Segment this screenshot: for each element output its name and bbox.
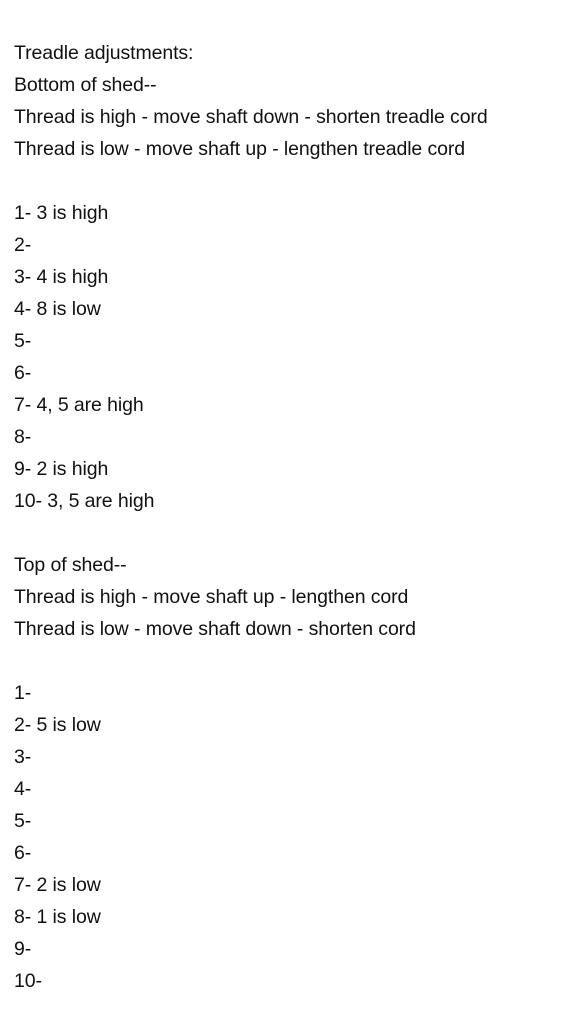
list-item: 5- — [14, 330, 32, 352]
bottom-rule-low: Thread is low - move shaft up - lengthen… — [14, 138, 466, 160]
note-title: Treadle adjustments: — [14, 42, 194, 64]
list-item: 4- 8 is low — [14, 298, 101, 320]
bottom-rule-high: Thread is high - move shaft down - short… — [14, 106, 488, 128]
list-item: 8- — [14, 426, 32, 448]
list-item: 7- 2 is low — [14, 874, 101, 896]
list-item: 10- — [14, 970, 42, 992]
top-rule-low: Thread is low - move shaft down - shorte… — [14, 618, 416, 640]
top-heading: Top of shed-- — [14, 554, 127, 576]
list-item: 9- — [14, 938, 32, 960]
bottom-of-shed-section: Bottom of shed-- Thread is high - move s… — [14, 69, 576, 517]
top-rule-high: Thread is high - move shaft up - lengthe… — [14, 586, 409, 608]
note-body[interactable]: Treadle adjustments: Bottom of shed-- Th… — [14, 37, 576, 997]
top-treadle-list: 1- 2- 5 is low 3- 4- 5- 6- 7- 2 is low 8… — [14, 677, 576, 997]
list-item: 3- — [14, 746, 32, 768]
list-item: 7- 4, 5 are high — [14, 394, 144, 416]
list-item: 10- 3, 5 are high — [14, 490, 155, 512]
top-of-shed-section: Top of shed-- Thread is high - move shaf… — [14, 549, 576, 997]
list-item: 1- — [14, 682, 32, 704]
list-item: 3- 4 is high — [14, 266, 109, 288]
list-item: 9- 2 is high — [14, 458, 109, 480]
list-item: 2- — [14, 234, 32, 256]
list-item: 4- — [14, 778, 32, 800]
list-item: 2- 5 is low — [14, 714, 101, 736]
list-item: 1- 3 is high — [14, 202, 109, 224]
list-item: 6- — [14, 362, 32, 384]
list-item: 6- — [14, 842, 32, 864]
list-item: 8- 1 is low — [14, 906, 101, 928]
list-item: 5- — [14, 810, 32, 832]
bottom-heading: Bottom of shed-- — [14, 74, 157, 96]
bottom-treadle-list: 1- 3 is high 2- 3- 4 is high 4- 8 is low… — [14, 197, 576, 517]
